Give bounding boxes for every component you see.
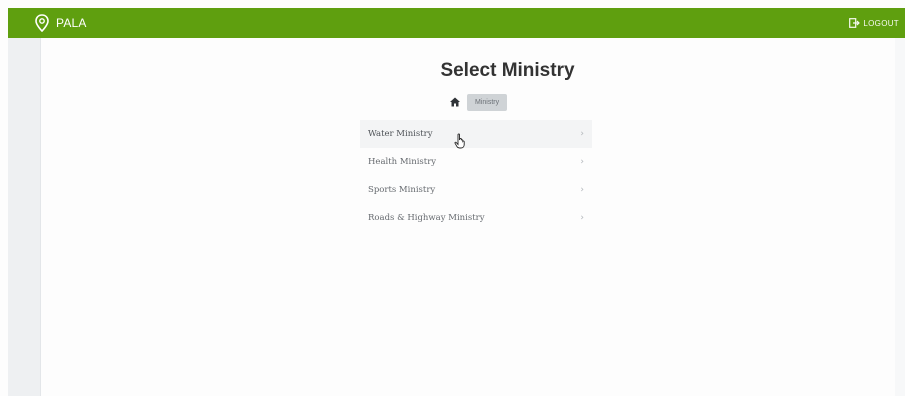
- ministry-label: Water Ministry: [368, 129, 433, 139]
- ministry-label: Roads & Highway Ministry: [368, 213, 485, 223]
- breadcrumb: Ministry: [449, 92, 508, 112]
- logout-label: LOGOUT: [863, 18, 899, 28]
- left-sidebar: [8, 38, 41, 396]
- ministry-label: Health Ministry: [368, 157, 437, 167]
- right-edge: [895, 38, 905, 396]
- ministry-list: Water Ministry › Health Ministry › Sport…: [360, 120, 592, 232]
- brand-name: PALA: [56, 16, 87, 30]
- ministry-item-roads-highway[interactable]: Roads & Highway Ministry ›: [360, 204, 592, 232]
- logout-icon: [849, 18, 861, 28]
- ministry-item-sports[interactable]: Sports Ministry ›: [360, 176, 592, 204]
- chevron-right-icon: ›: [580, 213, 584, 223]
- top-bar: PALA LOGOUT: [8, 8, 905, 38]
- page-title: Select Ministry: [440, 60, 575, 81]
- ministry-item-health[interactable]: Health Ministry ›: [360, 148, 592, 176]
- chevron-right-icon: ›: [580, 157, 584, 167]
- logout-button[interactable]: LOGOUT: [849, 18, 899, 28]
- brand[interactable]: PALA: [34, 14, 87, 32]
- chevron-right-icon: ›: [580, 185, 584, 195]
- ministry-item-water[interactable]: Water Ministry ›: [360, 120, 592, 148]
- home-icon[interactable]: [449, 96, 461, 108]
- ministry-label: Sports Ministry: [368, 185, 436, 195]
- location-pin-icon: [34, 14, 50, 32]
- app-frame: PALA LOGOUT Select Ministry Ministry Wat…: [0, 0, 905, 396]
- hand-pointer-icon: [454, 133, 467, 149]
- chevron-right-icon: ›: [580, 129, 584, 139]
- breadcrumb-current[interactable]: Ministry: [467, 93, 508, 111]
- main-content: Select Ministry Ministry Water Ministry …: [40, 38, 895, 396]
